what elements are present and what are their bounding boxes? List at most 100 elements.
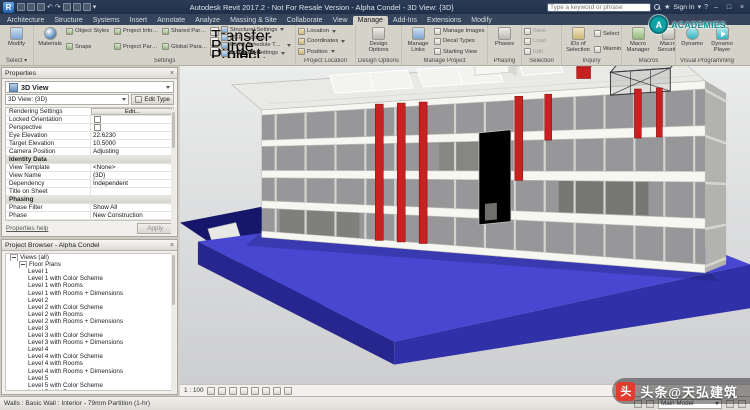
settings-tool-icon[interactable]: Transfer Project Standards bbox=[210, 27, 219, 36]
settings-grid-button[interactable]: Project Information bbox=[114, 26, 160, 36]
selection-button[interactable]: Save bbox=[524, 27, 559, 36]
property-row[interactable]: Phase New Construction bbox=[6, 212, 173, 220]
browser-item[interactable]: Level 2 with Color Scheme bbox=[6, 304, 173, 311]
ribbon-tab[interactable]: Analyze bbox=[190, 16, 225, 25]
temporary-hide-isolate-icon[interactable] bbox=[273, 387, 281, 395]
search-icon[interactable] bbox=[654, 4, 661, 11]
inquiry-button[interactable]: Select by ID bbox=[594, 29, 621, 38]
scale-button[interactable]: 1 : 100 bbox=[184, 387, 204, 394]
manage-project-button[interactable]: Starting View bbox=[434, 47, 485, 56]
settings-tool-icon[interactable]: Purge Unused bbox=[210, 37, 219, 46]
settings-grid-button[interactable]: Global Parameters bbox=[162, 42, 208, 52]
browser-item[interactable]: Level 4 with Rooms bbox=[6, 360, 173, 367]
undo-icon[interactable]: ↶ bbox=[47, 4, 53, 11]
browser-item[interactable]: Level 1 bbox=[6, 268, 173, 275]
properties-scrollbar[interactable] bbox=[171, 110, 176, 235]
browser-item[interactable]: Level 5 bbox=[6, 375, 173, 382]
ribbon-tab[interactable]: Add-Ins bbox=[388, 16, 422, 25]
revit-application-menu[interactable]: R bbox=[3, 2, 14, 13]
ribbon-tab[interactable]: Extensions bbox=[422, 16, 466, 25]
property-row[interactable]: View Template <None> bbox=[6, 164, 173, 172]
ids-of-selection-button[interactable]: IDs of Selection bbox=[564, 26, 592, 57]
property-row[interactable]: Target Elevation 10.5000 bbox=[6, 140, 173, 148]
search-input[interactable] bbox=[547, 3, 651, 12]
macro-manager-button[interactable]: Macro Manager bbox=[624, 26, 652, 57]
project-browser-close-icon[interactable]: × bbox=[170, 242, 174, 249]
ribbon-tab[interactable]: Architecture bbox=[2, 16, 49, 25]
browser-item[interactable]: Level 1 with Rooms + Dimensions bbox=[6, 289, 173, 296]
property-row[interactable]: Phase Filter Show All bbox=[6, 204, 173, 212]
sign-in-dropdown-icon[interactable]: ▾ bbox=[698, 4, 702, 11]
ribbon-tab[interactable]: Collaborate bbox=[282, 16, 328, 25]
ribbon-tab[interactable]: Manage bbox=[353, 16, 388, 25]
properties-close-icon[interactable]: × bbox=[170, 70, 174, 77]
visual-style-icon[interactable] bbox=[218, 387, 226, 395]
location-button[interactable]: Position bbox=[298, 47, 353, 56]
property-row[interactable]: Dependency Independent bbox=[6, 180, 173, 188]
shadows-icon[interactable] bbox=[240, 387, 248, 395]
settings-grid-button[interactable]: Project Parameters bbox=[114, 42, 160, 52]
ribbon-tab[interactable]: Modify bbox=[466, 16, 497, 25]
browser-item[interactable]: Level 5 with Rooms bbox=[6, 389, 173, 391]
3d-view-icon[interactable] bbox=[83, 3, 91, 11]
detail-level-icon[interactable] bbox=[207, 387, 215, 395]
redo-icon[interactable]: ↷ bbox=[55, 4, 61, 11]
browser-item[interactable]: Level 2 bbox=[6, 297, 173, 304]
show-crop-region-icon[interactable] bbox=[262, 387, 270, 395]
property-row[interactable]: Phasing bbox=[6, 196, 173, 204]
browser-item[interactable]: Views (all) bbox=[6, 254, 173, 261]
property-row[interactable]: View Name {3D} bbox=[6, 172, 173, 180]
browser-item[interactable]: Level 1 with Color Scheme bbox=[6, 275, 173, 282]
sun-path-icon[interactable] bbox=[229, 387, 237, 395]
3d-model-canvas[interactable] bbox=[180, 66, 750, 396]
property-row[interactable]: Title on Sheet bbox=[6, 188, 173, 196]
reveal-hidden-elements-icon[interactable] bbox=[284, 387, 292, 395]
ribbon-tab[interactable]: Structure bbox=[49, 16, 87, 25]
settings-grid-button[interactable]: Object Styles bbox=[66, 26, 112, 36]
type-selector[interactable]: 3D View bbox=[5, 81, 174, 93]
favorites-star-icon[interactable]: ★ bbox=[664, 4, 670, 11]
browser-item[interactable]: Level 4 with Color Scheme bbox=[6, 353, 173, 360]
properties-header[interactable]: Properties × bbox=[2, 68, 177, 79]
browser-item[interactable]: Level 3 with Color Scheme bbox=[6, 332, 173, 339]
properties-help-link[interactable]: Properties help bbox=[6, 225, 48, 232]
ribbon-tab[interactable]: View bbox=[328, 16, 353, 25]
settings-row-button[interactable]: Panel Schedule Templates bbox=[221, 42, 291, 50]
settings-grid-button[interactable]: Snaps bbox=[66, 42, 112, 52]
ribbon-tab[interactable]: Systems bbox=[88, 16, 125, 25]
modify-button[interactable]: Modify bbox=[3, 26, 31, 56]
location-button[interactable]: Coordinates bbox=[298, 37, 353, 46]
settings-row-button[interactable]: MEP Settings bbox=[221, 34, 291, 42]
settings-row-button[interactable]: Additional Settings bbox=[221, 49, 291, 57]
property-row[interactable]: Eye Elevation 22.6230 bbox=[6, 132, 173, 140]
property-row[interactable]: Locked Orientation bbox=[6, 116, 173, 124]
browser-item[interactable]: Level 4 bbox=[6, 346, 173, 353]
property-row[interactable]: Identity Data bbox=[6, 156, 173, 164]
location-button[interactable]: Location bbox=[298, 27, 353, 36]
manage-project-button[interactable]: Manage Images bbox=[434, 27, 485, 36]
close-button[interactable]: × bbox=[737, 4, 747, 11]
project-browser-scrollbar[interactable] bbox=[171, 253, 176, 393]
instance-selector[interactable]: 3D View: {3D} bbox=[5, 94, 129, 105]
browser-item[interactable]: Floor Plans bbox=[6, 261, 173, 268]
print-icon[interactable] bbox=[63, 3, 71, 11]
apply-button[interactable]: Apply bbox=[137, 223, 173, 234]
manage-project-button[interactable]: Decal Types bbox=[434, 37, 485, 46]
maximize-button[interactable]: □ bbox=[724, 4, 734, 11]
measure-icon[interactable] bbox=[73, 3, 81, 11]
qat-dropdown-icon[interactable]: ▾ bbox=[93, 4, 97, 11]
save-icon[interactable] bbox=[27, 3, 35, 11]
sync-icon[interactable] bbox=[37, 3, 45, 11]
manage-links-button[interactable]: Manage Links bbox=[404, 26, 432, 57]
help-icon[interactable]: ? bbox=[704, 4, 708, 11]
design-options-button[interactable]: Design Options bbox=[365, 26, 393, 57]
open-icon[interactable] bbox=[17, 3, 25, 11]
settings-tool-icon[interactable]: Project Units bbox=[210, 47, 219, 56]
minimize-button[interactable]: – bbox=[711, 4, 721, 11]
crop-view-icon[interactable] bbox=[251, 387, 259, 395]
selection-button[interactable]: Edit bbox=[524, 47, 559, 56]
browser-item[interactable]: Level 1 with Rooms bbox=[6, 282, 173, 289]
selection-button[interactable]: Load bbox=[524, 37, 559, 46]
ribbon-tab[interactable]: Insert bbox=[125, 16, 153, 25]
browser-item[interactable]: Level 4 with Rooms + Dimensions bbox=[6, 368, 173, 375]
